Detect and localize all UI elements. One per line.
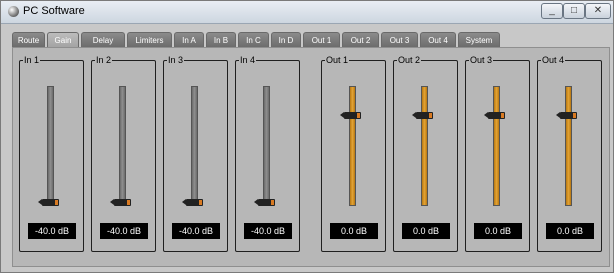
channel-label: In 3: [167, 55, 185, 66]
app-icon: [8, 6, 19, 17]
tab-delay[interactable]: Delay: [81, 32, 125, 47]
gain-slider-track[interactable]: [493, 86, 500, 206]
channel-label: Out 1: [325, 55, 350, 66]
title-bar[interactable]: PC Software _ □ ✕: [1, 1, 613, 24]
channel-in-1: In 1 -40.0 dB: [19, 55, 84, 252]
channel-label: Out 2: [397, 55, 422, 66]
close-button[interactable]: ✕: [585, 3, 611, 19]
channel-in-2: In 2 -40.0 dB: [91, 55, 156, 252]
gain-slider-track[interactable]: [565, 86, 572, 206]
tab-out-1[interactable]: Out 1: [303, 32, 340, 47]
gain-slider-track[interactable]: [421, 86, 428, 206]
tab-in-d[interactable]: In D: [271, 32, 301, 47]
tab-system[interactable]: System: [458, 32, 500, 47]
gain-slider-handle[interactable]: [484, 112, 505, 119]
gain-readout: -40.0 dB: [244, 223, 292, 239]
tab-out-3[interactable]: Out 3: [381, 32, 418, 47]
tab-in-b[interactable]: In B: [206, 32, 236, 47]
gain-readout: -40.0 dB: [172, 223, 220, 239]
app-window: PC Software _ □ ✕ Route Gain Delay Limit…: [0, 0, 614, 273]
gain-slider-track[interactable]: [119, 86, 126, 206]
channel-label: Out 4: [541, 55, 566, 66]
tab-limiters[interactable]: Limiters: [127, 32, 172, 47]
gain-slider-handle[interactable]: [340, 112, 361, 119]
channel-out-2: Out 2 0.0 dB: [393, 55, 458, 252]
tab-out-4[interactable]: Out 4: [420, 32, 456, 47]
channel-out-1: Out 1 0.0 dB: [321, 55, 386, 252]
channel-out-3: Out 3 0.0 dB: [465, 55, 530, 252]
gain-slider-track[interactable]: [263, 86, 270, 206]
tab-out-2[interactable]: Out 2: [342, 32, 379, 47]
channel-label: In 1: [23, 55, 41, 66]
tab-route[interactable]: Route: [12, 32, 45, 47]
channel-in-4: In 4 -40.0 dB: [235, 55, 300, 252]
channel-in-3: In 3 -40.0 dB: [163, 55, 228, 252]
channel-label: In 4: [239, 55, 257, 66]
tab-in-a[interactable]: In A: [174, 32, 204, 47]
gain-readout: 0.0 dB: [402, 223, 450, 239]
minimize-button[interactable]: _: [541, 3, 563, 19]
gain-slider-handle[interactable]: [556, 112, 577, 119]
gain-slider-track[interactable]: [191, 86, 198, 206]
gain-slider-handle[interactable]: [254, 199, 275, 206]
tab-gain[interactable]: Gain: [47, 32, 79, 47]
gain-slider-handle[interactable]: [38, 199, 59, 206]
maximize-button[interactable]: □: [563, 3, 585, 19]
gain-readout: 0.0 dB: [546, 223, 594, 239]
gain-slider-track[interactable]: [47, 86, 54, 206]
channel-label: Out 3: [469, 55, 494, 66]
gain-readout: 0.0 dB: [474, 223, 522, 239]
tab-in-c[interactable]: In C: [238, 32, 269, 47]
window-title: PC Software: [23, 5, 85, 17]
gain-slider-handle[interactable]: [182, 199, 203, 206]
gain-readout: -40.0 dB: [100, 223, 148, 239]
gain-readout: 0.0 dB: [330, 223, 378, 239]
channel-out-4: Out 4 0.0 dB: [537, 55, 602, 252]
gain-slider-handle[interactable]: [412, 112, 433, 119]
channel-label: In 2: [95, 55, 113, 66]
gain-slider-track[interactable]: [349, 86, 356, 206]
gain-slider-handle[interactable]: [110, 199, 131, 206]
gain-readout: -40.0 dB: [28, 223, 76, 239]
